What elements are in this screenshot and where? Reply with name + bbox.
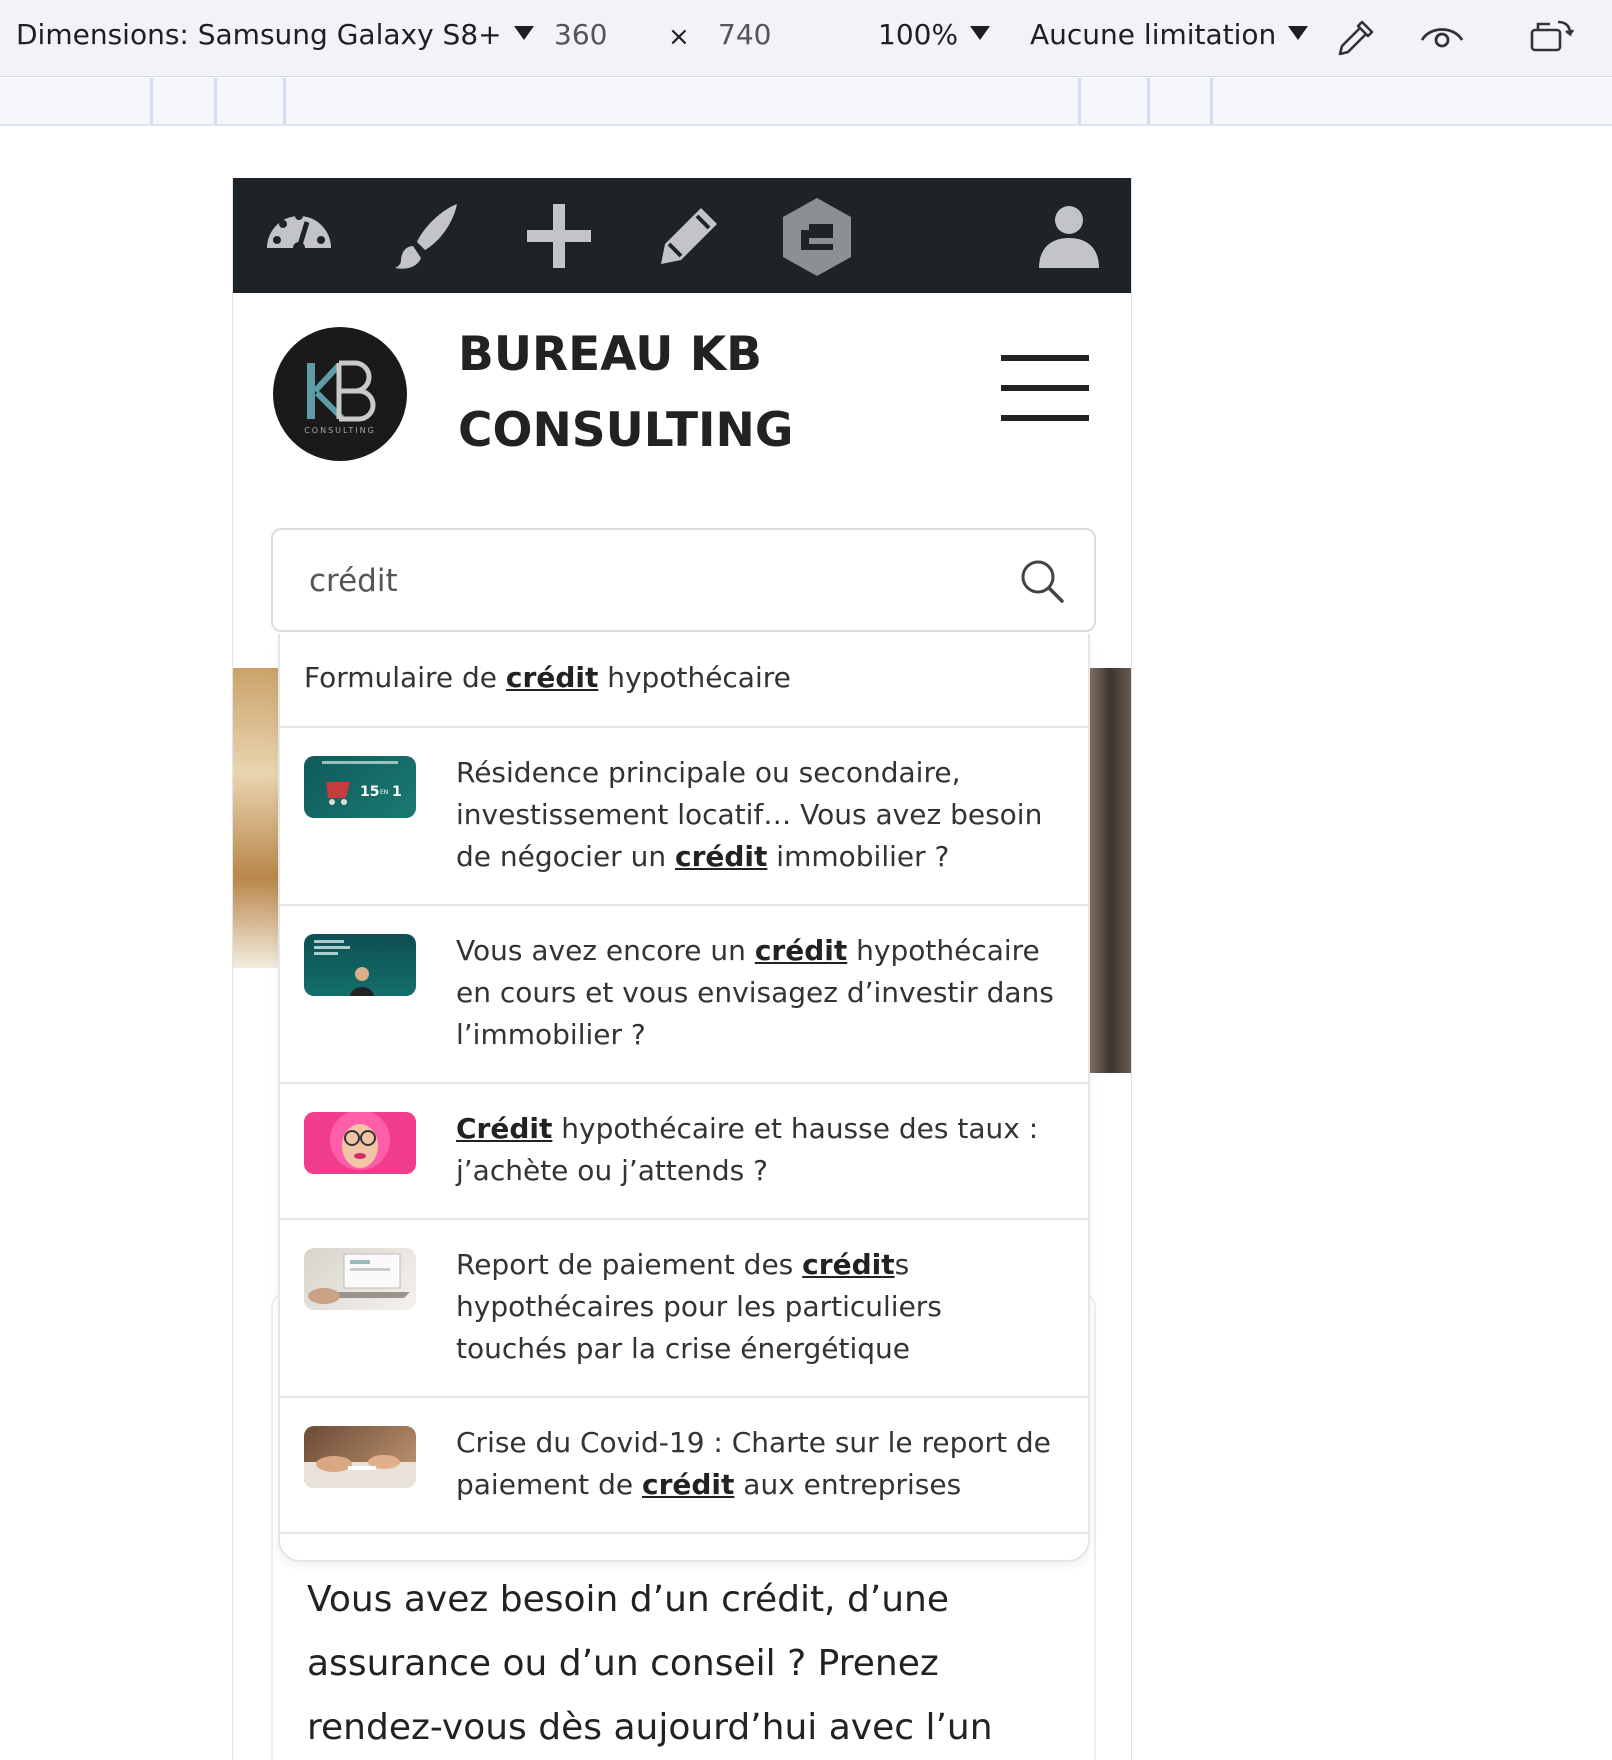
hamburger-line xyxy=(1001,385,1089,391)
wp-admin-bar xyxy=(233,178,1131,293)
site-logo[interactable]: CONSULTING xyxy=(273,327,407,461)
suggestion-item[interactable]: Formulaire de crédit hypothécaire xyxy=(280,634,1088,728)
ruler-mark xyxy=(1147,78,1150,124)
pink-hair-thumbnail-icon xyxy=(330,1112,390,1170)
search-suggestions: Formulaire de crédit hypothécaire 15 EN … xyxy=(278,634,1090,1562)
zoom-selector[interactable]: 100% xyxy=(878,18,991,51)
person-thumbnail-icon xyxy=(314,940,374,996)
suggestion-thumbnail xyxy=(304,934,416,996)
site-title-line1: BUREAU KB xyxy=(458,327,762,382)
search-box[interactable] xyxy=(271,528,1096,632)
caret-down-icon xyxy=(970,25,991,40)
ruler-mark xyxy=(283,78,286,124)
search-input[interactable] xyxy=(309,552,989,610)
dashboard-icon[interactable] xyxy=(263,200,335,272)
suggestion-item[interactable]: Report de paiement des crédits hypothéca… xyxy=(280,1220,1088,1398)
hero-image-right xyxy=(1087,668,1131,1073)
match-highlight: crédit xyxy=(802,1248,895,1281)
site-header: CONSULTING BUREAU KB CONSULTING xyxy=(233,293,1131,513)
site-title[interactable]: BUREAU KB CONSULTING xyxy=(458,317,838,469)
site-title-line2: CONSULTING xyxy=(458,403,794,458)
match-highlight: Crédit xyxy=(456,1112,553,1145)
caret-down-icon xyxy=(1288,25,1309,40)
eye-icon[interactable] xyxy=(1418,16,1466,60)
suggestion-item[interactable]: Vous avez encore un crédit hypothécaire … xyxy=(280,906,1088,1084)
eyedropper-icon[interactable] xyxy=(1332,16,1380,60)
match-highlight: crédit xyxy=(674,840,768,873)
match-highlight: crédit xyxy=(505,661,599,694)
svg-text:15: 15 xyxy=(360,784,379,800)
throttle-label: Aucune limitation xyxy=(1030,18,1277,51)
search-icon[interactable] xyxy=(1017,556,1067,606)
device-label: Dimensions: Samsung Galaxy S8+ xyxy=(16,18,502,51)
hands-thumbnail-icon xyxy=(304,1455,416,1488)
edit-pencil-icon[interactable] xyxy=(653,200,725,272)
ruler-mark xyxy=(214,78,217,124)
hero-image-left xyxy=(233,668,279,968)
match-highlight: crédit xyxy=(641,1468,735,1501)
kb-logo-icon: CONSULTING xyxy=(304,360,376,435)
menu-hamburger-icon[interactable] xyxy=(1001,355,1091,425)
match-highlight: crédit xyxy=(754,934,848,967)
suggestion-item[interactable]: 15 EN 1 Résidence principale ou secondai… xyxy=(280,728,1088,906)
user-account-icon[interactable] xyxy=(1033,200,1105,272)
laptop-thumbnail-icon xyxy=(308,1253,410,1304)
hamburger-line xyxy=(1001,355,1089,361)
devtools-device-toolbar: Dimensions: Samsung Galaxy S8+ 360 × 740… xyxy=(0,0,1612,77)
suggestion-item[interactable]: Crédit hypothécaire et hausse des taux :… xyxy=(280,1084,1088,1220)
device-selector[interactable]: Dimensions: Samsung Galaxy S8+ xyxy=(16,18,534,51)
suggestion-thumbnail xyxy=(304,1248,416,1310)
cart-thumbnail-icon: 15 EN 1 xyxy=(322,761,402,805)
height-input[interactable]: 740 xyxy=(718,18,771,51)
times-icon: × xyxy=(668,22,690,52)
suggestion-item[interactable]: Crise du Covid-19 : Charte sur le report… xyxy=(280,1398,1088,1534)
suggestion-thumbnail xyxy=(304,1426,416,1488)
width-input[interactable]: 360 xyxy=(554,18,607,51)
ruler-mark xyxy=(150,78,153,124)
zoom-label: 100% xyxy=(878,18,959,51)
caret-down-icon xyxy=(513,25,534,40)
rotate-icon[interactable] xyxy=(1528,16,1576,60)
suggestion-thumbnail: 15 EN 1 xyxy=(304,756,416,818)
devtools-ruler xyxy=(0,78,1612,126)
svg-text:1: 1 xyxy=(392,784,402,800)
ruler-mark xyxy=(1210,78,1213,124)
throttle-selector[interactable]: Aucune limitation xyxy=(1030,18,1309,51)
ruler-mark xyxy=(1078,78,1081,124)
device-viewport: CONSULTING BUREAU KB CONSULTING Vous ave… xyxy=(232,178,1132,1760)
gravity-forms-icon[interactable] xyxy=(779,196,855,278)
svg-text:CONSULTING: CONSULTING xyxy=(304,426,376,435)
customize-brush-icon[interactable] xyxy=(391,200,463,272)
new-plus-icon[interactable] xyxy=(523,200,595,272)
content-paragraph: Vous avez besoin d’un crédit, d’une assu… xyxy=(307,1579,993,1748)
hamburger-line xyxy=(1001,415,1089,421)
suggestion-thumbnail xyxy=(304,1112,416,1174)
svg-text:EN: EN xyxy=(380,789,388,796)
